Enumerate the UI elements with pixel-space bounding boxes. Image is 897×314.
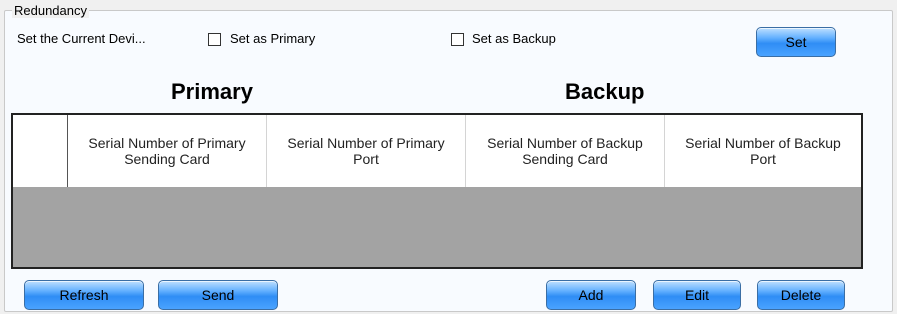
delete-button[interactable]: Delete [757, 280, 845, 310]
refresh-button[interactable]: Refresh [24, 280, 144, 310]
set-as-backup-checkbox[interactable] [451, 33, 464, 46]
set-button[interactable]: Set [756, 27, 836, 57]
set-as-backup-label[interactable]: Set as Backup [472, 31, 556, 46]
set-as-primary-checkbox[interactable] [208, 33, 221, 46]
current-device-label: Set the Current Devi... [17, 31, 146, 46]
primary-heading: Primary [171, 79, 253, 104]
edit-button-label: Edit [684, 287, 710, 303]
column-header-primary-port[interactable]: Serial Number of Primary Port [267, 115, 466, 187]
delete-button-label: Delete [780, 287, 822, 303]
add-button[interactable]: Add [546, 280, 636, 310]
set-button-label: Set [785, 34, 807, 50]
set-as-primary-label[interactable]: Set as Primary [230, 31, 315, 46]
redundancy-legend: Redundancy [12, 3, 89, 18]
backup-heading: Backup [565, 79, 645, 104]
edit-button[interactable]: Edit [653, 280, 741, 310]
column-header-primary-sending-card[interactable]: Serial Number of Primary Sending Card [68, 115, 267, 187]
add-button-label: Add [578, 287, 604, 303]
redundancy-table: Serial Number of Primary Sending Card Se… [11, 113, 863, 269]
refresh-button-label: Refresh [59, 287, 109, 303]
column-header-select[interactable] [13, 115, 68, 187]
send-button[interactable]: Send [158, 280, 278, 310]
column-header-backup-sending-card[interactable]: Serial Number of Backup Sending Card [466, 115, 665, 187]
table-header: Serial Number of Primary Sending Card Se… [13, 115, 861, 187]
send-button-label: Send [201, 287, 235, 303]
column-header-backup-port[interactable]: Serial Number of Backup Port [665, 115, 861, 187]
